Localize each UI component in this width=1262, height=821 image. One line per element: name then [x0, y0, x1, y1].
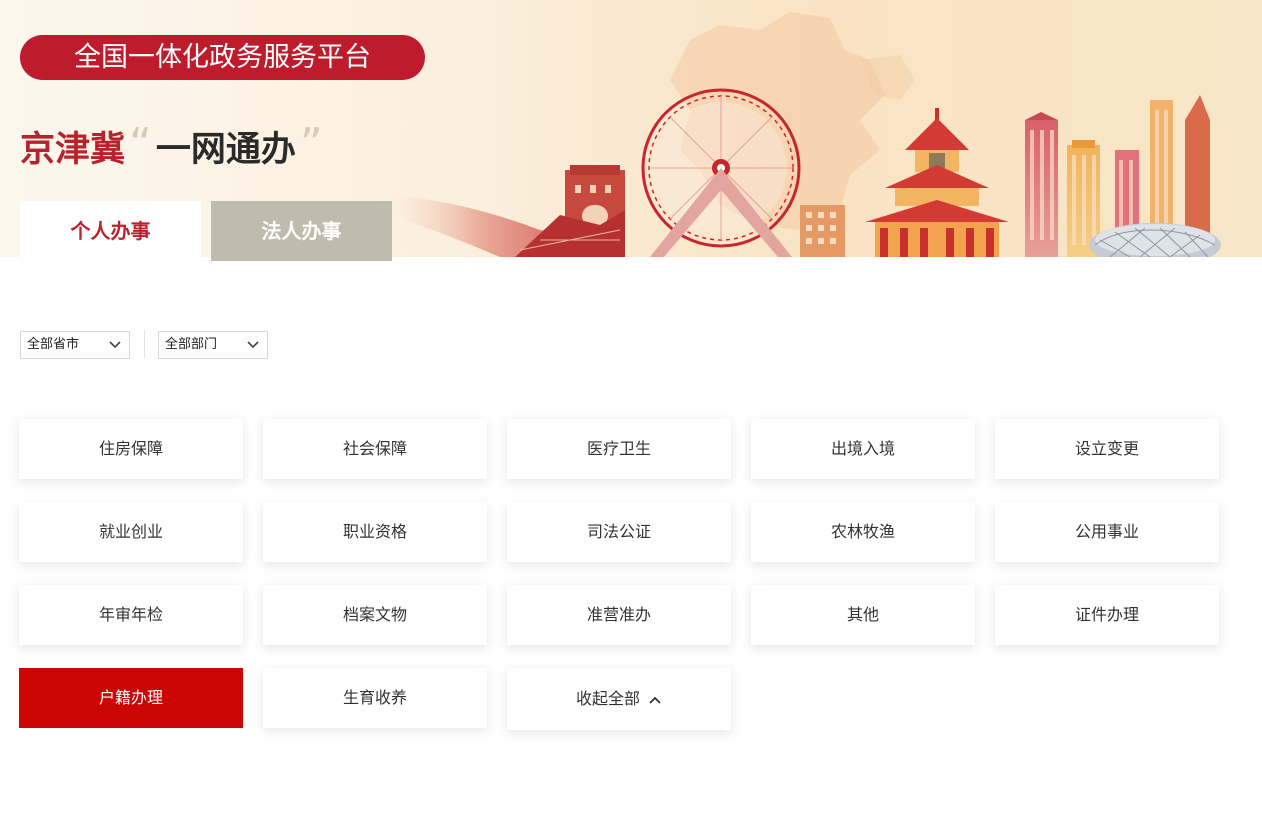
tab-personal-affairs[interactable]: 个人办事 [20, 201, 201, 261]
category-birth-adoption[interactable]: 生育收养 [263, 668, 487, 728]
category-business-permit[interactable]: 准营准办 [507, 585, 731, 645]
category-employment[interactable]: 就业创业 [19, 502, 243, 562]
category-annual-review[interactable]: 年审年检 [19, 585, 243, 645]
title-open-quote: “ [129, 119, 152, 170]
title-region: 京津冀 [20, 130, 126, 170]
category-housing[interactable]: 住房保障 [19, 419, 243, 479]
collapse-all-label: 收起全部 [575, 689, 640, 708]
filter-divider [144, 330, 145, 358]
province-select-value: 全部省市 [27, 337, 80, 352]
province-select[interactable]: 全部省市 [20, 331, 130, 359]
category-certificates[interactable]: 证件办理 [995, 585, 1219, 645]
category-establish-change[interactable]: 设立变更 [995, 419, 1219, 479]
category-exit-entry[interactable]: 出境入境 [751, 419, 975, 479]
page-title: 京津冀“ 一网通办” [20, 120, 327, 180]
department-select-value: 全部部门 [165, 337, 218, 352]
category-household-registration[interactable]: 户籍办理 [19, 668, 243, 728]
collapse-all-button[interactable]: 收起全部 [507, 668, 731, 730]
title-close-quote: ” [299, 119, 323, 170]
tab-legal-entity-affairs[interactable]: 法人办事 [211, 201, 392, 261]
chevron-down-icon [109, 341, 121, 349]
category-agriculture[interactable]: 农林牧渔 [751, 502, 975, 562]
category-other[interactable]: 其他 [751, 585, 975, 645]
category-archives[interactable]: 档案文物 [263, 585, 487, 645]
category-utilities[interactable]: 公用事业 [995, 502, 1219, 562]
category-notary[interactable]: 司法公证 [507, 502, 731, 562]
department-select[interactable]: 全部部门 [158, 331, 268, 359]
category-medical[interactable]: 医疗卫生 [507, 419, 731, 479]
chevron-down-icon [247, 341, 259, 349]
title-slogan: 一网通办 [155, 130, 296, 170]
category-social-security[interactable]: 社会保障 [263, 419, 487, 479]
chevron-up-icon [649, 696, 661, 704]
temple-of-heaven [865, 108, 1009, 257]
category-qualification[interactable]: 职业资格 [263, 502, 487, 562]
platform-label: 全国一体化政务服务平台 [20, 35, 425, 80]
